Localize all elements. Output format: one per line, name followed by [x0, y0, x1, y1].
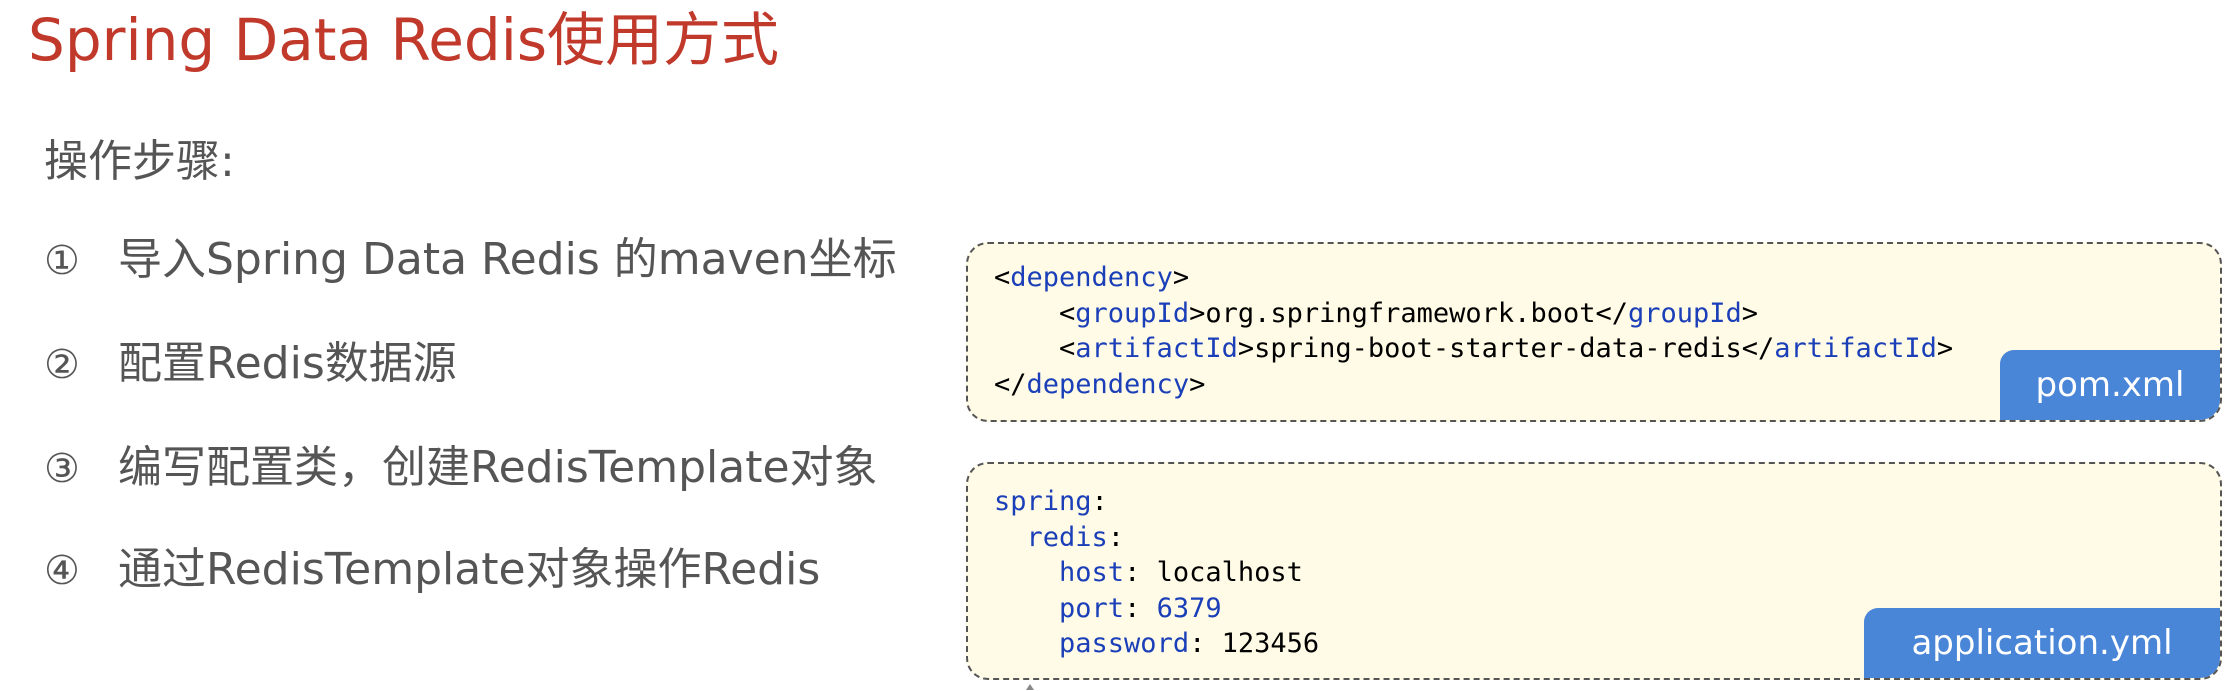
yml-code-box: spring: redis: host: localhost port: 637… [966, 462, 2222, 680]
step-3: ③ 编写配置类，创建RedisTemplate对象 [44, 440, 878, 497]
code-text: >org.springframework.boot</ [1189, 297, 1628, 329]
code-keyword: dependency [1010, 262, 1173, 293]
code-text: : 123456 [1189, 628, 1320, 659]
code-text: > [1936, 333, 1954, 364]
code-text: </ [994, 368, 1027, 400]
step-number: ② [44, 342, 80, 388]
code-text: : [1124, 592, 1157, 624]
mouse-cursor-icon [1026, 684, 1034, 690]
code-number: 6379 [1156, 592, 1222, 624]
code-text: > [1741, 297, 1759, 329]
slide-title: Spring Data Redis使用方式 [28, 6, 780, 74]
step-text: 配置Redis数据源 [118, 338, 457, 389]
code-keyword: port [1059, 592, 1125, 624]
code-text: : [1091, 486, 1108, 517]
pom-code-box: <dependency> <groupId>org.springframewor… [966, 242, 2222, 422]
code-line: </dependency> [994, 367, 1953, 403]
yml-file-label: application.yml [1864, 608, 2220, 678]
code-keyword: spring [994, 486, 1092, 517]
code-keyword: groupId [1075, 297, 1190, 329]
code-keyword: dependency [1026, 368, 1190, 400]
step-2: ② 配置Redis数据源 [44, 336, 457, 393]
pom-code-block: <dependency> <groupId>org.springframewor… [994, 260, 1953, 402]
code-keyword: artifactId [1774, 333, 1937, 364]
code-line: <artifactId>spring-boot-starter-data-red… [994, 331, 1953, 367]
code-line: port: 6379 [994, 591, 1319, 627]
step-4: ④ 通过RedisTemplate对象操作Redis [44, 542, 820, 599]
code-line: <dependency> [994, 260, 1953, 296]
code-keyword: password [1059, 628, 1190, 659]
code-line: redis: [994, 520, 1319, 556]
code-text: > [1189, 368, 1206, 400]
step-text: 导入Spring Data Redis 的maven坐标 [118, 234, 897, 285]
yml-code-block: spring: redis: host: localhost port: 637… [994, 484, 1319, 662]
step-text: 编写配置类，创建RedisTemplate对象 [118, 442, 878, 493]
step-number: ③ [44, 446, 80, 492]
code-keyword: host [1059, 557, 1125, 588]
code-text: >spring-boot-starter-data-redis</ [1237, 333, 1775, 364]
code-keyword: artifactId [1075, 333, 1238, 364]
code-line: password: 123456 [994, 626, 1319, 662]
code-text: < [994, 333, 1076, 364]
step-number: ① [44, 238, 80, 284]
code-text: > [1172, 262, 1190, 293]
code-line: spring: [994, 484, 1319, 520]
code-line: <groupId>org.springframework.boot</group… [994, 296, 1953, 332]
step-1: ① 导入Spring Data Redis 的maven坐标 [44, 232, 897, 289]
steps-heading: 操作步骤: [44, 136, 235, 187]
code-keyword: groupId [1627, 297, 1742, 329]
code-line: host: localhost [994, 555, 1319, 591]
code-keyword: redis [1026, 521, 1108, 553]
pom-file-label: pom.xml [2000, 350, 2220, 420]
code-text: : localhost [1124, 557, 1303, 588]
step-number: ④ [44, 548, 80, 594]
step-text: 通过RedisTemplate对象操作Redis [118, 544, 821, 595]
code-text: < [994, 297, 1076, 329]
code-text: < [994, 262, 1011, 293]
code-text: : [1107, 521, 1125, 553]
